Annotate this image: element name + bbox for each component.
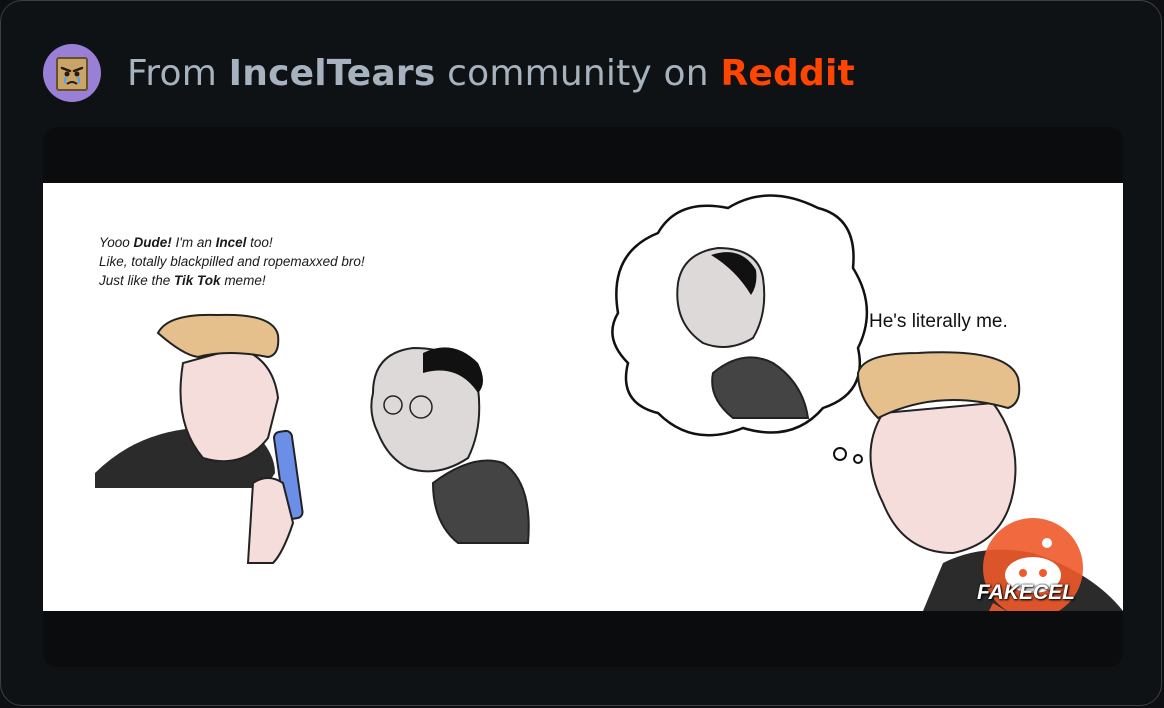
post-source-title: From IncelTears community on Reddit: [127, 53, 855, 94]
caption-bold: Dude!: [133, 235, 172, 250]
caption-text: I'm an: [171, 235, 216, 250]
left-speech-caption: Yooo Dude! I'm an Incel too! Like, total…: [99, 233, 365, 290]
caption-bold: Tik Tok: [174, 273, 221, 288]
caption-text: meme!: [220, 273, 266, 288]
comic-image: Yooo Dude! I'm an Incel too! Like, total…: [43, 183, 1123, 611]
post-media[interactable]: Yooo Dude! I'm an Incel too! Like, total…: [43, 127, 1123, 667]
post-card: From IncelTears community on Reddit Yooo…: [0, 0, 1162, 706]
caption-line-2: Like, totally blackpilled and ropemaxxed…: [99, 254, 365, 269]
bald-guy-middle: [370, 346, 530, 544]
platform-link[interactable]: Reddit: [720, 53, 854, 94]
title-prefix: From: [127, 52, 217, 94]
title-middle: community on: [447, 52, 709, 94]
caption-text: Just like the: [99, 273, 175, 288]
caption-text: Yooo: [99, 235, 134, 250]
caption-bold: Incel: [215, 235, 247, 250]
crying-bag-face-icon: [56, 57, 88, 91]
right-caption: He's literally me.: [869, 311, 1008, 332]
post-header: From IncelTears community on Reddit: [43, 43, 855, 103]
thought-bubble: [611, 194, 869, 464]
watermark-label: FAKECEL: [977, 581, 1076, 604]
community-link[interactable]: IncelTears: [229, 53, 436, 94]
caption-text: too!: [246, 235, 273, 250]
community-avatar-icon[interactable]: [43, 44, 101, 102]
blond-guy-left: [95, 313, 304, 564]
